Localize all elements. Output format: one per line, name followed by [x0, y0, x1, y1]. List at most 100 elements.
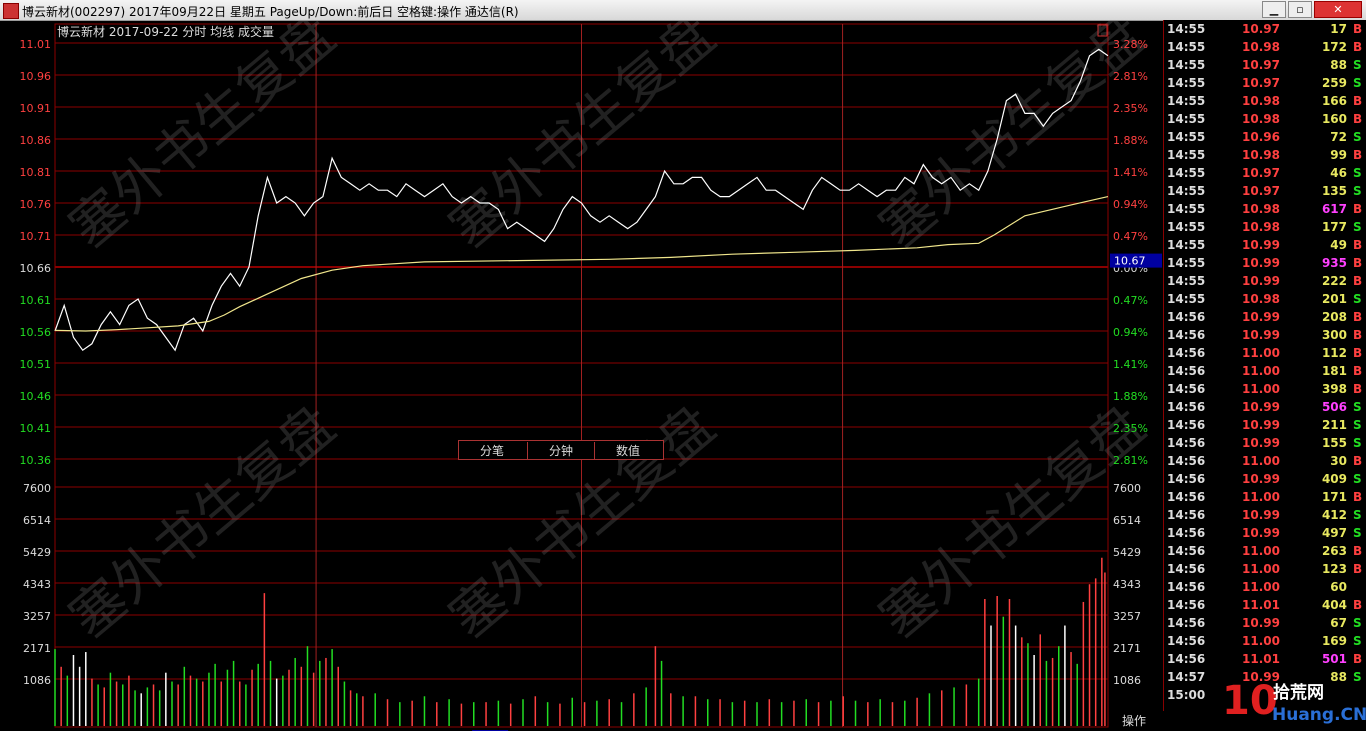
tick-row[interactable]: 14:56 10.99 208 B: [1164, 308, 1366, 326]
tick-time: 14:56: [1167, 562, 1206, 576]
volume-tick-label: 1086: [23, 674, 51, 687]
minimize-button[interactable]: ▁: [1262, 1, 1286, 18]
tick-price: 11.00: [1242, 346, 1280, 360]
intraday-chart[interactable]: 塞外书生复盘 塞外书生复盘 塞外书生复盘塞外书生复盘 塞外书生复盘 塞外书生复盘 11.…: [0, 20, 1163, 731]
price-tick-label: 10.76: [20, 198, 52, 211]
tick-price: 11.00: [1242, 580, 1280, 594]
price-tick-label: 10.56: [20, 326, 52, 339]
tick-row[interactable]: 14:55 10.97 17 B: [1164, 20, 1366, 38]
price-tick-label: 10.61: [20, 294, 52, 307]
tick-row[interactable]: 14:56 11.00 169 S: [1164, 632, 1366, 650]
pct-tick-label: 1.88%: [1113, 390, 1148, 403]
tick-row[interactable]: 14:55 10.97 46 S: [1164, 164, 1366, 182]
tick-row[interactable]: 14:55 10.97 259 S: [1164, 74, 1366, 92]
price-tick-label: 10.41: [20, 422, 52, 435]
tick-price: 10.99: [1242, 274, 1280, 288]
tab-values[interactable]: 数值: [595, 442, 661, 459]
tick-row[interactable]: 14:55 10.98 172 B: [1164, 38, 1366, 56]
tick-bs: B: [1353, 94, 1363, 108]
tick-time: 14:56: [1167, 616, 1206, 630]
pct-tick-label: 0.47%: [1113, 294, 1148, 307]
tick-row[interactable]: 14:56 10.99 506 S: [1164, 398, 1366, 416]
tick-row[interactable]: 14:55 10.98 177 S: [1164, 218, 1366, 236]
tick-row[interactable]: 14:56 11.00 123 B: [1164, 560, 1366, 578]
tick-row[interactable]: 14:55 10.98 99 B: [1164, 146, 1366, 164]
tick-price: 11.00: [1242, 562, 1280, 576]
tick-time: 14:56: [1167, 526, 1206, 540]
tick-row[interactable]: 14:55 10.96 72 S: [1164, 128, 1366, 146]
tick-row[interactable]: 14:56 11.00 398 B: [1164, 380, 1366, 398]
volume-tick-label: 6514: [23, 514, 51, 527]
tick-price: 10.97: [1242, 76, 1280, 90]
tick-time: 14:55: [1167, 76, 1206, 90]
tick-list-panel[interactable]: 14:55 10.97 17 B 14:55 10.98 172 B 14:55 10.97 88 S…: [1163, 20, 1366, 711]
tick-row[interactable]: 14:56 11.00 181 B: [1164, 362, 1366, 380]
tick-row[interactable]: 14:56 10.99 67 S: [1164, 614, 1366, 632]
chart-header: 博云新材 2017-09-22 分时 均线 成交量: [57, 24, 274, 39]
tick-row[interactable]: 14:55 10.98 617 B: [1164, 200, 1366, 218]
tick-row[interactable]: 14:56 11.00 112 B: [1164, 344, 1366, 362]
tick-row[interactable]: 14:55 10.99 222 B: [1164, 272, 1366, 290]
tick-row[interactable]: 14:55 10.97 135 S: [1164, 182, 1366, 200]
tick-price: 10.98: [1242, 40, 1280, 54]
tick-vol: 17: [1330, 22, 1347, 36]
tick-bs: B: [1353, 382, 1363, 396]
tick-time: 14:56: [1167, 454, 1206, 468]
tick-time: 14:55: [1167, 40, 1206, 54]
tick-row[interactable]: 14:56 11.00 30 B: [1164, 452, 1366, 470]
price-tick-label: 10.46: [20, 390, 52, 403]
tick-price: 10.98: [1242, 292, 1280, 306]
tick-bs: B: [1353, 328, 1363, 342]
tick-row[interactable]: 14:55 10.98 201 S: [1164, 290, 1366, 308]
close-button[interactable]: ✕: [1314, 1, 1362, 18]
tick-vol: 506: [1321, 400, 1347, 414]
tick-row[interactable]: 14:55 10.98 160 B: [1164, 110, 1366, 128]
tick-row[interactable]: 14:55 10.99 935 B: [1164, 254, 1366, 272]
tab-ticks[interactable]: 分笔: [459, 442, 525, 459]
tick-row[interactable]: 14:56 11.01 501 B: [1164, 650, 1366, 668]
tick-vol: 99: [1330, 148, 1347, 162]
tab-minutes[interactable]: 分钟: [527, 442, 595, 459]
volume-tick-label-right: 2171: [1113, 642, 1141, 655]
tick-vol: 155: [1321, 436, 1347, 450]
maximize-button[interactable]: ▫: [1288, 1, 1312, 18]
tick-time: 14:56: [1167, 310, 1206, 324]
pct-tick-label: 2.81%: [1113, 70, 1148, 83]
tick-vol: 123: [1321, 562, 1347, 576]
price-tick-label: 10.91: [20, 102, 52, 115]
tick-row[interactable]: 14:56 11.00 263 B: [1164, 542, 1366, 560]
tick-bs: B: [1353, 490, 1363, 504]
tick-bs: B: [1353, 238, 1363, 252]
tick-row[interactable]: 14:55 10.97 88 S: [1164, 56, 1366, 74]
tick-row[interactable]: 14:56 10.99 155 S: [1164, 434, 1366, 452]
app-icon: [3, 3, 19, 19]
tick-bs: B: [1353, 148, 1363, 162]
tick-price: 10.99: [1242, 472, 1280, 486]
tick-time: 14:55: [1167, 184, 1206, 198]
tick-row[interactable]: 14:56 10.99 412 S: [1164, 506, 1366, 524]
tick-row[interactable]: 14:55 10.98 166 B: [1164, 92, 1366, 110]
tick-bs: S: [1353, 508, 1362, 522]
tick-row[interactable]: 14:56 10.99 497 S: [1164, 524, 1366, 542]
tick-row[interactable]: 14:56 10.99 211 S: [1164, 416, 1366, 434]
watermark-text: 塞外书生复盘: [438, 20, 727, 260]
volume-tick-label-right: 3257: [1113, 610, 1141, 623]
tick-time: 14:55: [1167, 274, 1206, 288]
tick-price: 11.01: [1242, 598, 1280, 612]
tick-vol: 160: [1321, 112, 1347, 126]
tick-time: 14:56: [1167, 490, 1206, 504]
operate-button[interactable]: 操作: [1118, 711, 1162, 729]
detail-tab-strip: 分笔 分钟 数值: [458, 440, 664, 460]
tick-row[interactable]: 14:56 10.99 409 S: [1164, 470, 1366, 488]
tick-bs: B: [1353, 544, 1363, 558]
tick-bs: S: [1353, 292, 1362, 306]
tick-time: 14:56: [1167, 652, 1206, 666]
tick-row[interactable]: 14:56 11.00 60: [1164, 578, 1366, 596]
tick-vol: 398: [1321, 382, 1347, 396]
tick-row[interactable]: 14:55 10.99 49 B: [1164, 236, 1366, 254]
tick-time: 14:56: [1167, 598, 1206, 612]
tick-row[interactable]: 14:56 11.01 404 B: [1164, 596, 1366, 614]
tick-row[interactable]: 14:56 10.99 300 B: [1164, 326, 1366, 344]
tick-row[interactable]: 14:56 11.00 171 B: [1164, 488, 1366, 506]
tick-bs: S: [1353, 76, 1362, 90]
